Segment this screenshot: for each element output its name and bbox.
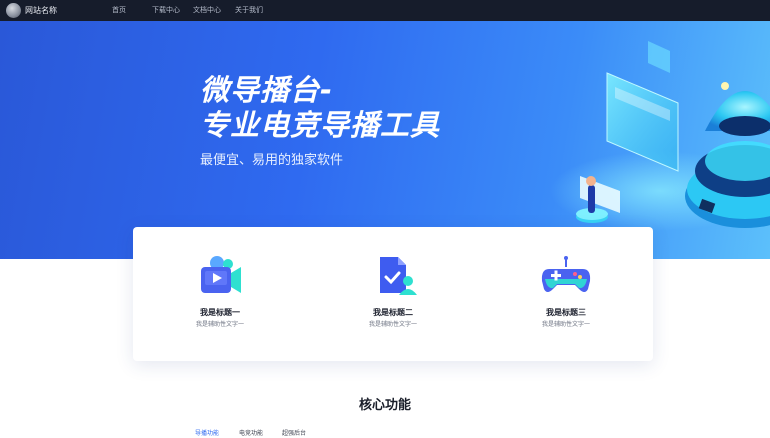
core-section-title: 核心功能	[358, 398, 411, 413]
nav-item-download[interactable]: 下载中心	[152, 4, 180, 17]
hero-title-line2: 专业电竞导播工具	[200, 108, 441, 142]
hero-illustration	[550, 41, 770, 231]
feature-title-2: 我是标题二	[373, 308, 413, 317]
features-card: 我是标题一 我是辅助性文字一 我是标题二 我是辅助性文字一 我是标题三 我是辅助…	[133, 227, 653, 361]
tab-broadcast[interactable]: 导播功能	[195, 428, 219, 437]
feature-item-3[interactable]: 我是标题三 我是辅助性文字一	[479, 227, 653, 361]
feature-title-3: 我是标题三	[546, 308, 586, 317]
site-logo[interactable]	[6, 3, 21, 18]
gamepad-icon	[541, 256, 591, 292]
top-navbar: 网站名称 首页 下载中心 文档中心 关于我们	[0, 0, 770, 21]
hero-title: 微导播台- 专业电竞导播工具	[200, 73, 440, 143]
hero-title-line1: 微导播台-	[200, 73, 334, 107]
nav-item-home[interactable]: 首页	[112, 4, 126, 17]
feature-item-2[interactable]: 我是标题二 我是辅助性文字一	[306, 227, 480, 361]
feature-subtitle-2: 我是辅助性文字一	[368, 321, 417, 328]
tab-backend[interactable]: 超强后台	[282, 428, 306, 437]
feature-item-1[interactable]: 我是标题一 我是辅助性文字一	[133, 227, 307, 361]
nav-item-docs[interactable]: 文档中心	[193, 4, 221, 17]
document-user-icon	[380, 257, 417, 295]
site-name[interactable]: 网站名称	[25, 4, 57, 17]
feature-subtitle-1: 我是辅助性文字一	[195, 321, 244, 328]
tab-esports[interactable]: 电竞功能	[239, 428, 263, 437]
hero-subtitle: 最便宜、易用的独家软件	[200, 153, 344, 168]
video-camera-icon	[201, 256, 241, 293]
hero-banner: 微导播台- 专业电竞导播工具 最便宜、易用的独家软件	[0, 21, 770, 259]
nav-item-about[interactable]: 关于我们	[235, 4, 263, 17]
feature-subtitle-3: 我是辅助性文字一	[541, 321, 590, 328]
feature-title-1: 我是标题一	[200, 308, 240, 317]
